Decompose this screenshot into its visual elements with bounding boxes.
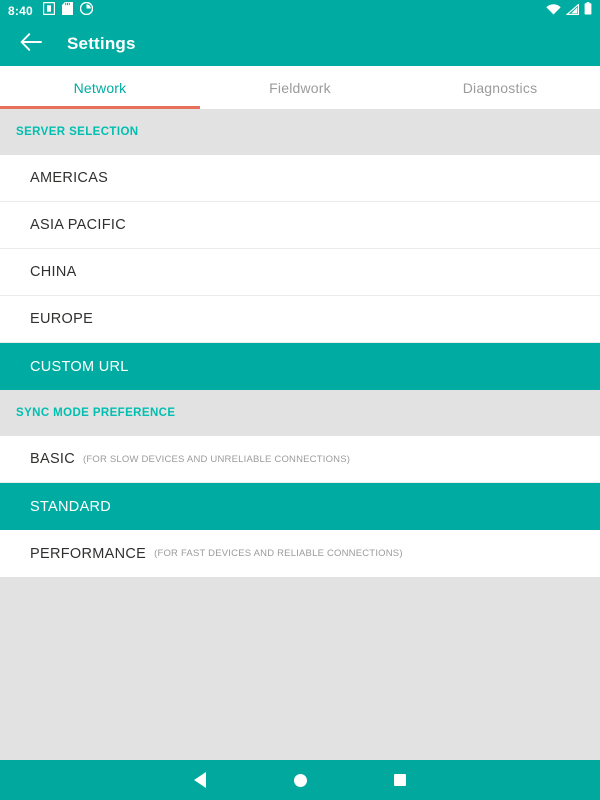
- navigation-recents-icon: [394, 774, 406, 786]
- list-item-label: CHINA: [30, 264, 77, 280]
- status-clock: 8:40: [8, 4, 33, 18]
- system-navigation-bar: [0, 760, 600, 800]
- tab-bar: Network Fieldwork Diagnostics: [0, 66, 600, 109]
- list-item-asia-pacific[interactable]: ASIA PACIFIC: [0, 202, 600, 249]
- tab-fieldwork-label: Fieldwork: [269, 79, 331, 96]
- app-window: 8:40 Settings Network Fieldwork Diagnost…: [0, 0, 600, 800]
- list-item-label: ASIA PACIFIC: [30, 217, 126, 233]
- page-title: Settings: [67, 34, 136, 53]
- list-item-basic[interactable]: BASIC (FOR SLOW DEVICES AND UNRELIABLE C…: [0, 436, 600, 483]
- section-header-server-selection: SERVER SELECTION: [0, 109, 600, 155]
- list-item-label: AMERICAS: [30, 170, 109, 186]
- list-item-europe[interactable]: EUROPE: [0, 296, 600, 343]
- list-item-standard[interactable]: STANDARD: [0, 483, 600, 530]
- tab-active-indicator: [0, 106, 200, 109]
- sim-card-icon: [42, 1, 56, 20]
- status-system-icons: [546, 2, 592, 20]
- section-header-label: SERVER SELECTION: [16, 126, 139, 138]
- status-bar: 8:40: [0, 0, 600, 22]
- back-button[interactable]: [16, 29, 46, 59]
- cellular-signal-icon: [565, 2, 580, 20]
- tab-diagnostics[interactable]: Diagnostics: [400, 66, 600, 109]
- navigation-recents-button[interactable]: [350, 760, 450, 800]
- tab-network[interactable]: Network: [0, 66, 200, 109]
- tab-diagnostics-label: Diagnostics: [462, 79, 538, 96]
- list-item-label: EUROPE: [30, 311, 94, 327]
- list-item-label: CUSTOM URL: [30, 358, 129, 375]
- data-usage-icon: [79, 1, 94, 20]
- server-selection-list: AMERICAS ASIA PACIFIC CHINA EUROPE CUSTO…: [0, 155, 600, 390]
- section-header-sync-mode-preference: SYNC MODE PREFERENCE: [0, 390, 600, 436]
- list-item-china[interactable]: CHINA: [0, 249, 600, 296]
- list-item-label: BASIC: [30, 451, 76, 467]
- navigation-home-icon: [293, 773, 307, 787]
- navigation-back-icon: [194, 772, 206, 788]
- arrow-back-icon: [20, 32, 42, 56]
- battery-icon: [584, 2, 592, 20]
- navigation-back-button[interactable]: [150, 760, 250, 800]
- list-item-hint: (FOR FAST DEVICES AND RELIABLE CONNECTIO…: [154, 548, 403, 559]
- sync-mode-list: BASIC (FOR SLOW DEVICES AND UNRELIABLE C…: [0, 436, 600, 577]
- sd-card-icon: [61, 2, 73, 20]
- content-empty-area: [0, 577, 600, 760]
- status-notification-icons: [42, 1, 546, 20]
- tab-fieldwork[interactable]: Fieldwork: [200, 66, 400, 109]
- wifi-icon: [546, 2, 561, 20]
- app-bar: Settings: [0, 22, 600, 66]
- list-item-americas[interactable]: AMERICAS: [0, 155, 600, 202]
- list-item-label: PERFORMANCE: [30, 545, 147, 562]
- list-item-performance[interactable]: PERFORMANCE (FOR FAST DEVICES AND RELIAB…: [0, 530, 600, 577]
- navigation-home-button[interactable]: [250, 760, 350, 800]
- list-item-hint: (FOR SLOW DEVICES AND UNRELIABLE CONNECT…: [83, 453, 351, 465]
- list-item-custom-url[interactable]: CUSTOM URL: [0, 343, 600, 390]
- settings-content: SERVER SELECTION AMERICAS ASIA PACIFIC C…: [0, 109, 600, 760]
- tab-network-label: Network: [73, 79, 127, 96]
- list-item-label: STANDARD: [30, 498, 112, 515]
- section-header-label: SYNC MODE PREFERENCE: [16, 407, 176, 419]
